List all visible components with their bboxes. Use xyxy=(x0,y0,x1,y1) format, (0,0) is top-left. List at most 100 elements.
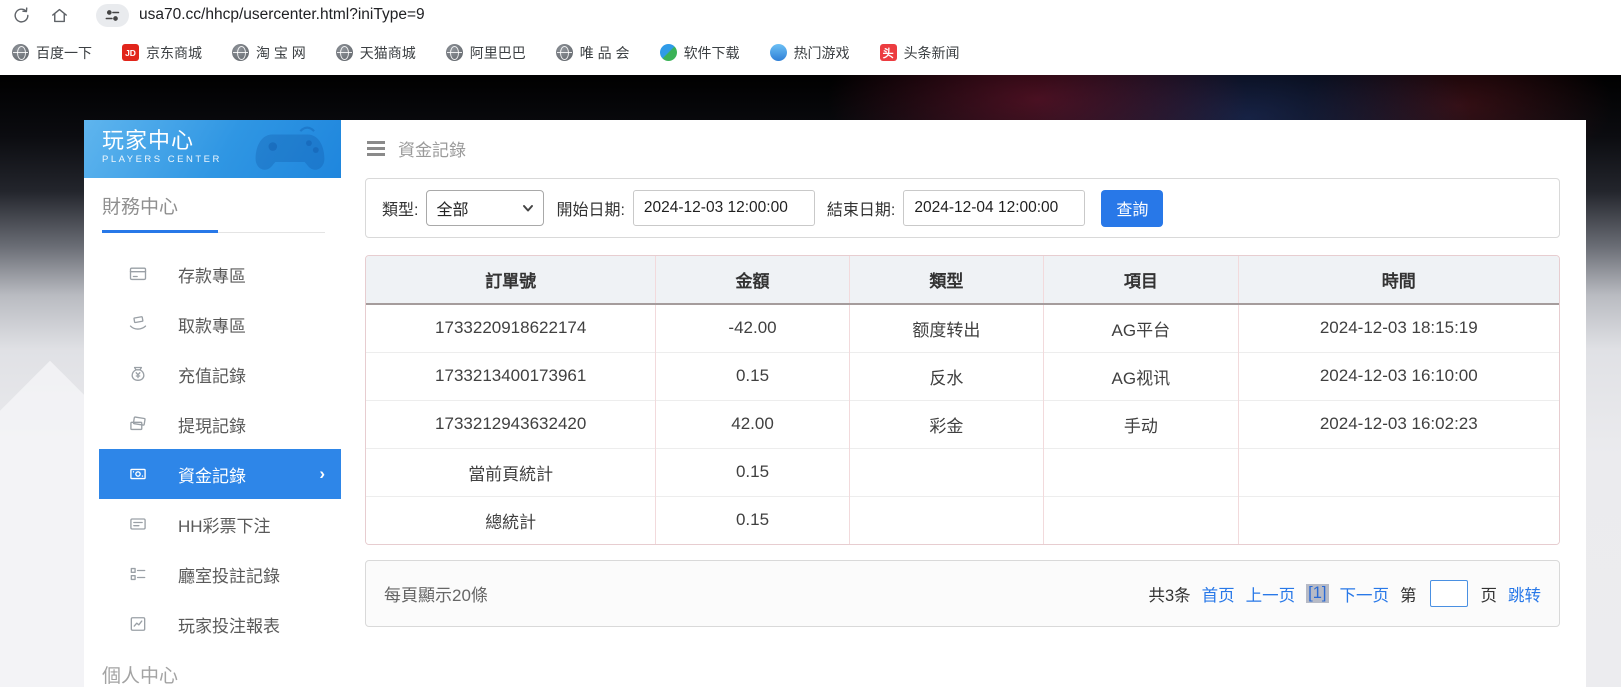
sidebar-item-label: 取款專區 xyxy=(178,312,246,337)
table-cell: 42.00 xyxy=(656,400,849,448)
sidebar-item[interactable]: 充值記錄 xyxy=(84,349,341,399)
bookmark-item[interactable]: 唯 品 会 xyxy=(556,43,630,63)
page-size-text: 每頁顯示20條 xyxy=(384,581,488,606)
type-select[interactable]: 全部 xyxy=(426,190,544,226)
table-cell: 當前頁統計 xyxy=(366,448,656,496)
sidebar-item[interactable]: 廳室投註記錄 xyxy=(84,549,341,599)
table-cell: 0.15 xyxy=(656,352,849,400)
sidebar-item-label: 資金記錄 xyxy=(178,462,246,487)
bookmark-item[interactable]: 软件下载 xyxy=(660,43,740,63)
start-date-input[interactable] xyxy=(633,190,815,226)
table-cell: 2024-12-03 16:02:23 xyxy=(1238,400,1559,448)
type-select-value: 全部 xyxy=(436,196,468,220)
bookmark-item[interactable]: 热门游戏 xyxy=(770,43,850,63)
sidebar-item[interactable]: 資金記錄 › xyxy=(99,449,341,499)
table-cell: 1733213400173961 xyxy=(366,352,656,400)
first-page-link[interactable]: 首页 xyxy=(1202,582,1235,606)
main-content: 資金記錄 類型: 全部 開始日期: 結束日期: 查詢 訂單號金額類型項目時間 xyxy=(341,120,1586,687)
software-favicon xyxy=(660,44,677,61)
bet-report-icon xyxy=(128,614,148,634)
table-cell: -42.00 xyxy=(656,304,849,352)
toutiao-favicon: 头 xyxy=(880,44,897,61)
funds-table: 訂單號金額類型項目時間 1733220918622174-42.00额度转出AG… xyxy=(366,256,1559,544)
table-row: 當前頁統計0.15 xyxy=(366,448,1559,496)
bookmark-item[interactable]: 淘 宝 网 xyxy=(232,43,306,63)
bookmark-item[interactable]: 百度一下 xyxy=(12,43,92,63)
browser-toolbar: usa70.cc/hhcp/usercenter.html?iniType=9 xyxy=(0,0,1621,30)
bookmark-item[interactable]: 头 头条新闻 xyxy=(880,43,960,63)
sidebar-item[interactable]: 提現記錄 xyxy=(84,399,341,449)
table-cell: 0.15 xyxy=(656,496,849,544)
table-header-row: 訂單號金額類型項目時間 xyxy=(366,256,1559,304)
jump-page-input[interactable] xyxy=(1430,580,1468,607)
pagination-panel: 每頁顯示20條 共3条 首页 上一页 [1] 下一页 第 页 跳转 xyxy=(365,560,1560,627)
table-cell: 2024-12-03 16:10:00 xyxy=(1238,352,1559,400)
funds-table-panel: 訂單號金額類型項目時間 1733220918622174-42.00额度转出AG… xyxy=(365,255,1560,545)
chevron-right-icon: › xyxy=(319,464,325,484)
section-finance-center: 財務中心 xyxy=(84,178,341,219)
table-cell: 彩金 xyxy=(849,400,1043,448)
bookmark-label: 热门游戏 xyxy=(794,43,850,63)
hall-record-icon xyxy=(128,564,148,584)
players-center-banner[interactable]: 玩家中心 PLAYERS CENTER xyxy=(84,120,341,178)
bookmark-label: 百度一下 xyxy=(36,43,92,63)
table-cell: AG视讯 xyxy=(1044,352,1238,400)
game-favicon xyxy=(770,44,787,61)
end-date-input[interactable] xyxy=(903,190,1085,226)
lottery-bet-icon xyxy=(128,514,148,534)
bookmark-item[interactable]: 阿里巴巴 xyxy=(446,43,526,63)
table-cell: 手动 xyxy=(1044,400,1238,448)
sidebar-item[interactable]: 取款專區 xyxy=(84,299,341,349)
sidebar-item-label: 充值記錄 xyxy=(178,362,246,387)
table-cell xyxy=(1238,496,1559,544)
sidebar-item-label: 玩家投注報表 xyxy=(178,612,280,637)
withdraw-hand-icon xyxy=(128,314,148,334)
url-text[interactable]: usa70.cc/hhcp/usercenter.html?iniType=9 xyxy=(139,6,425,24)
table-row: 總統計0.15 xyxy=(366,496,1559,544)
bookmarks-bar: 百度一下 JD 京东商城 淘 宝 网 天猫商城 阿里巴巴 xyxy=(0,30,1621,75)
sidebar-item-label: 提現記錄 xyxy=(178,412,246,437)
query-button[interactable]: 查詢 xyxy=(1101,190,1163,227)
globe-favicon xyxy=(232,44,249,61)
home-icon[interactable] xyxy=(44,2,74,28)
globe-favicon xyxy=(446,44,463,61)
section-underline xyxy=(102,230,325,233)
sidebar-item[interactable]: 存款專區 xyxy=(84,249,341,299)
pager: 共3条 首页 上一页 [1] 下一页 第 页 跳转 xyxy=(1148,580,1541,607)
site-info-icon[interactable] xyxy=(96,4,129,27)
jump-action-link[interactable]: 跳转 xyxy=(1508,582,1541,606)
table-cell xyxy=(849,496,1043,544)
table-row: 17332134001739610.15反水AG视讯2024-12-03 16:… xyxy=(366,352,1559,400)
jd-favicon: JD xyxy=(122,44,139,61)
next-page-link[interactable]: 下一页 xyxy=(1340,582,1390,606)
table-header-cell: 金額 xyxy=(656,256,849,304)
page-background: 玩家中心 PLAYERS CENTER 財務中心 存款專區 xyxy=(0,75,1621,687)
bookmark-item[interactable]: 天猫商城 xyxy=(336,43,416,63)
table-cell xyxy=(1238,448,1559,496)
bookmark-label: 京东商城 xyxy=(146,43,202,63)
globe-favicon xyxy=(336,44,353,61)
reload-icon[interactable] xyxy=(6,2,36,28)
type-label: 類型: xyxy=(382,196,418,220)
table-cell xyxy=(1044,496,1238,544)
sidebar-item-label: HH彩票下注 xyxy=(178,512,271,537)
table-cell: 總統計 xyxy=(366,496,656,544)
bookmark-label: 头条新闻 xyxy=(904,43,960,63)
recharge-moneybag-icon xyxy=(128,364,148,384)
table-header-cell: 項目 xyxy=(1044,256,1238,304)
prev-page-link[interactable]: 上一页 xyxy=(1246,582,1296,606)
chevron-down-icon xyxy=(522,202,534,214)
sidebar-item[interactable]: HH彩票下注 xyxy=(84,499,341,549)
sidebar-item[interactable]: 玩家投注報表 xyxy=(84,599,341,649)
address-bar[interactable]: usa70.cc/hhcp/usercenter.html?iniType=9 xyxy=(96,2,425,28)
table-header-cell: 訂單號 xyxy=(366,256,656,304)
bookmark-label: 唯 品 会 xyxy=(580,43,630,63)
table-cell: 2024-12-03 18:15:19 xyxy=(1238,304,1559,352)
content-header: 資金記錄 xyxy=(341,120,1586,161)
table-cell: 1733220918622174 xyxy=(366,304,656,352)
bookmark-item[interactable]: JD 京东商城 xyxy=(122,43,202,63)
bookmark-label: 阿里巴巴 xyxy=(470,43,526,63)
browser-chrome: usa70.cc/hhcp/usercenter.html?iniType=9 … xyxy=(0,0,1621,75)
globe-favicon xyxy=(556,44,573,61)
menu-icon[interactable] xyxy=(367,141,385,156)
